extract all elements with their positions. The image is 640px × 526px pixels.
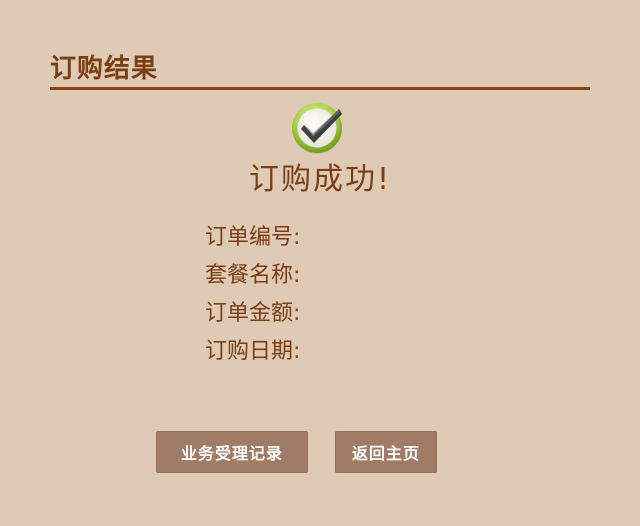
order-number-row: 订单编号:: [205, 222, 306, 260]
return-home-button[interactable]: 返回主页: [335, 431, 437, 473]
page-header: 订购结果: [50, 52, 590, 90]
package-name-label: 套餐名称:: [205, 263, 301, 288]
order-date-row: 订购日期:: [205, 336, 306, 374]
check-circle-icon: [291, 101, 345, 155]
package-name-row: 套餐名称:: [205, 260, 306, 298]
order-info-list: 订单编号: 套餐名称: 订单金额: 订购日期:: [205, 222, 306, 374]
order-number-label: 订单编号:: [205, 225, 301, 250]
page-title: 订购结果: [50, 54, 159, 84]
business-records-button[interactable]: 业务受理记录: [156, 431, 308, 473]
success-message: 订购成功!: [248, 162, 392, 197]
order-amount-label: 订单金额:: [205, 301, 301, 326]
order-date-label: 订购日期:: [205, 339, 301, 364]
order-amount-row: 订单金额:: [205, 298, 306, 336]
